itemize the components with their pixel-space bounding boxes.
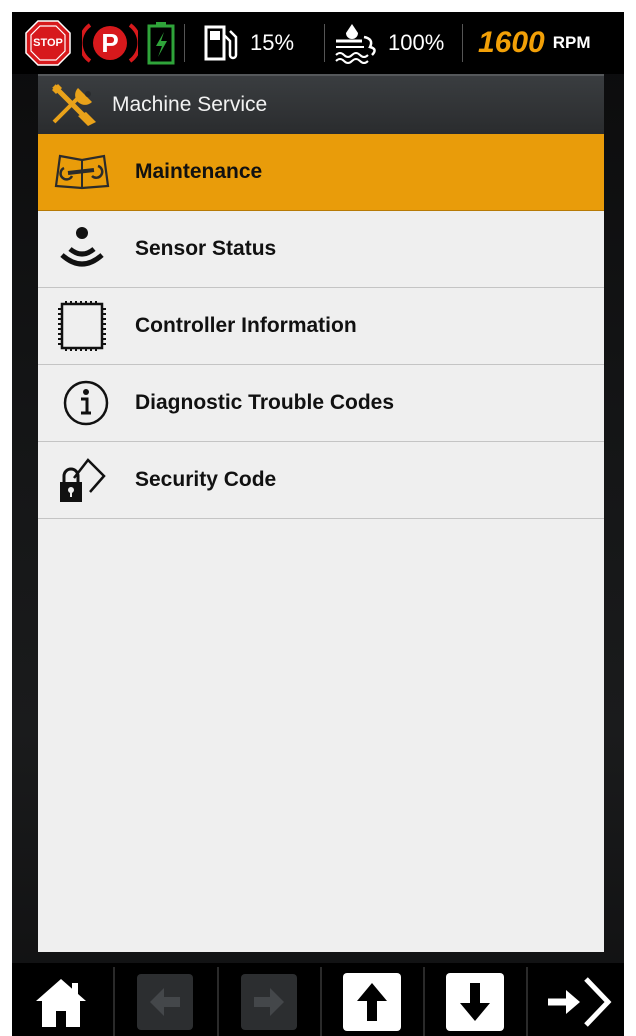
home-button[interactable] bbox=[12, 967, 110, 1036]
menu-item-maintenance[interactable]: Maintenance bbox=[38, 134, 604, 211]
rpm-unit: RPM bbox=[552, 33, 591, 52]
def-level-text: 100% bbox=[388, 30, 445, 55]
home-icon bbox=[36, 978, 86, 1027]
chip-icon bbox=[58, 301, 106, 351]
park-brake-indicator: P bbox=[82, 12, 138, 74]
machine-service-panel: Machine Service Maintenance Sensor Statu… bbox=[38, 74, 604, 952]
scroll-up-button[interactable] bbox=[323, 967, 421, 1036]
bottom-nav-bar bbox=[12, 963, 624, 1036]
def-fluid-icon bbox=[335, 24, 376, 64]
exit-button[interactable] bbox=[528, 967, 624, 1036]
manual-wrench-icon bbox=[54, 154, 110, 190]
def-indicator: 100% bbox=[334, 12, 444, 74]
menu-label-diagnostic-trouble-codes: Diagnostic Trouble Codes bbox=[135, 391, 395, 414]
menu-label-controller-information: Controller Information bbox=[135, 314, 357, 337]
stop-label: STOP bbox=[33, 37, 63, 49]
back-button[interactable] bbox=[116, 967, 214, 1036]
rpm-value: 1600 bbox=[478, 26, 545, 59]
panel-title: Machine Service bbox=[112, 93, 268, 116]
menu-label-maintenance: Maintenance bbox=[135, 160, 263, 183]
arrow-right-icon bbox=[241, 973, 297, 1030]
menu-item-controller-information[interactable]: Controller Information bbox=[38, 288, 604, 365]
exit-icon bbox=[548, 976, 612, 1027]
arrow-left-icon bbox=[137, 973, 193, 1030]
park-label: P bbox=[101, 27, 119, 58]
fuel-level-text: 15% bbox=[250, 30, 295, 55]
menu-label-sensor-status: Sensor Status bbox=[135, 237, 277, 260]
panel-header: Machine Service bbox=[38, 74, 604, 134]
arrow-down-icon bbox=[446, 972, 504, 1031]
menu-label-security-code: Security Code bbox=[135, 468, 277, 491]
engine-rpm-readout: 1600 RPM bbox=[478, 12, 591, 74]
fuel-indicator: 15% bbox=[202, 12, 294, 74]
scroll-down-button[interactable] bbox=[426, 967, 524, 1036]
menu-item-security-code[interactable]: Security Code bbox=[38, 442, 604, 519]
wrench-screwdriver-icon bbox=[52, 84, 96, 126]
menu-item-diagnostic-trouble-codes[interactable]: Diagnostic Trouble Codes bbox=[38, 365, 604, 442]
status-bar: STOP P 15% 100% 1600 RPM bbox=[12, 12, 624, 74]
lock-key-icon bbox=[60, 458, 106, 502]
battery-indicator bbox=[146, 12, 176, 74]
arrow-up-icon bbox=[343, 972, 401, 1031]
sensor-icon bbox=[60, 227, 104, 267]
battery-icon bbox=[147, 22, 175, 65]
info-icon bbox=[63, 380, 109, 426]
fuel-pump-icon bbox=[204, 25, 238, 61]
stop-indicator: STOP bbox=[24, 12, 72, 74]
menu-item-sensor-status[interactable]: Sensor Status bbox=[38, 211, 604, 288]
forward-button[interactable] bbox=[220, 967, 318, 1036]
display-screen: STOP P 15% 100% 1600 RPM Machine Service… bbox=[12, 12, 624, 1036]
